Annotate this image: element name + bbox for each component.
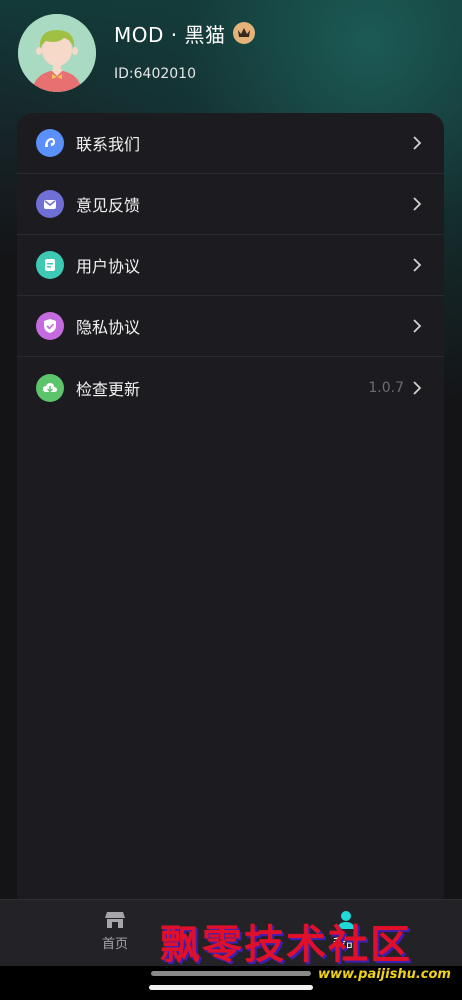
scroll-indicator [151, 971, 311, 976]
chevron-right-icon [413, 136, 422, 150]
shield-icon [36, 312, 64, 340]
avatar[interactable] [18, 14, 96, 92]
watermark-url: www.paijishu.com [318, 967, 451, 982]
user-name-row: MOD · 黑猫 [114, 20, 256, 47]
menu-card: 联系我们 意见反馈 用户协议 隐私协议 检查更新 1.0.7 [17, 113, 444, 899]
tab-label: 首页 [101, 937, 128, 952]
cloud-download-icon [36, 373, 64, 402]
user-name: MOD · 黑猫 [114, 22, 226, 47]
chevron-right-icon [413, 197, 422, 211]
store-icon [105, 912, 125, 928]
watermark-text: 飘零技术社区 [160, 921, 412, 968]
menu-label: 隐私协议 [76, 318, 141, 337]
menu-item-privacy-policy[interactable]: 隐私协议 [17, 296, 444, 357]
document-icon [36, 251, 64, 279]
contact-icon [36, 129, 64, 157]
chevron-right-icon [413, 319, 422, 333]
menu-item-check-update[interactable]: 检查更新 1.0.7 [17, 357, 444, 418]
home-indicator[interactable] [149, 985, 313, 990]
version-value: 1.0.7 [368, 379, 404, 396]
mail-icon [36, 190, 64, 218]
menu-item-feedback[interactable]: 意见反馈 [17, 174, 444, 235]
menu-label: 联系我们 [76, 135, 141, 154]
menu-label: 意见反馈 [76, 196, 141, 215]
chevron-right-icon [413, 380, 422, 395]
menu-item-contact-us[interactable]: 联系我们 [17, 113, 444, 174]
user-id: ID:6402010 [114, 66, 196, 82]
crown-icon [233, 22, 256, 44]
avatar-illustration [18, 14, 96, 92]
menu-label: 检查更新 [76, 379, 141, 399]
menu-label: 用户协议 [76, 257, 141, 276]
chevron-right-icon [413, 258, 422, 272]
tab-home[interactable]: 首页 [75, 910, 155, 960]
menu-item-user-agreement[interactable]: 用户协议 [17, 235, 444, 296]
